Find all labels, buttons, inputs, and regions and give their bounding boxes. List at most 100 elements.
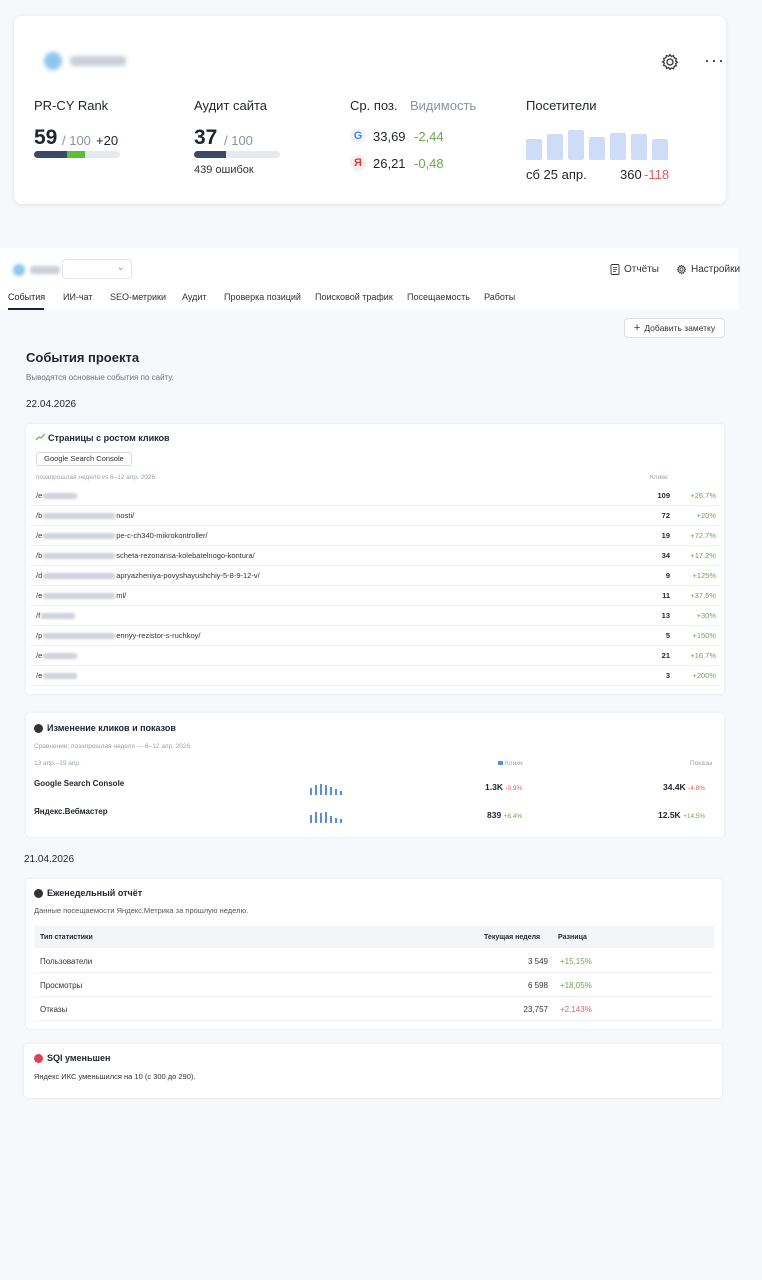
page-url[interactable]: /e	[36, 491, 78, 500]
period-label: позапрошлая неделя vs 6–12 апр. 2026	[36, 474, 156, 481]
spark-bar	[320, 784, 322, 795]
table-row[interactable]: /e ml/11 +37.5%	[30, 586, 720, 606]
visitors-bar	[631, 134, 647, 160]
yandex-position-delta: -0,48	[414, 156, 444, 171]
clicks-diff: +20%	[696, 511, 716, 520]
spark-bar	[310, 788, 312, 795]
page-url[interactable]: /e	[36, 651, 78, 660]
page-url[interactable]: /f	[36, 611, 76, 620]
clicks-count: 13	[661, 611, 670, 620]
add-note-label: Добавить заметку	[644, 323, 716, 333]
clicks-diff: +16.7%	[690, 651, 716, 660]
clicks-count: 19	[661, 531, 670, 540]
site-name-blurred[interactable]	[70, 56, 126, 66]
tab-works[interactable]: Работы	[484, 292, 515, 302]
url-suffix: apryazheniya-povyshayushchiy-5-8-9-12-v/	[116, 571, 260, 580]
visibility-tab[interactable]: Видимость	[410, 98, 476, 113]
clicks-count: 3	[665, 671, 670, 680]
yandex-position: 26,21	[373, 156, 406, 171]
page-url[interactable]: /p ennyy-rezistor-s-ruchkoy/	[36, 631, 200, 640]
page-url[interactable]: /e ml/	[36, 591, 126, 600]
tab-attendance[interactable]: Посещаемость	[407, 292, 470, 302]
table-row[interactable]: /d apryazheniya-povyshayushchiy-5-8-9-12-…	[30, 566, 720, 586]
visitors-value: 360	[620, 167, 642, 182]
settings-link[interactable]: Настройки	[676, 264, 740, 275]
page-url[interactable]: /e pe-c-ch340-mikrokontroller/	[36, 531, 208, 540]
tab-events[interactable]: События	[8, 292, 45, 302]
url-blurred	[43, 633, 116, 640]
yandex-impr-diff: +14.5%	[683, 813, 706, 820]
clicks-diff: +72.7%	[690, 531, 716, 540]
th-type: Тип статистики	[40, 934, 93, 941]
visitors-bar	[568, 130, 584, 160]
table-row[interactable]: /p ennyy-rezistor-s-ruchkoy/5 +150%	[30, 626, 720, 646]
visitors-bar	[526, 139, 542, 160]
page-url[interactable]: /e	[36, 671, 78, 680]
stat-type: Пользователи	[40, 957, 93, 966]
tab-position-check[interactable]: Проверка позиций	[224, 292, 301, 302]
url-prefix: /f	[36, 611, 41, 620]
clicks-header: Клики	[498, 760, 523, 767]
visitors-delta: -118	[644, 167, 670, 182]
url-blurred	[43, 533, 116, 540]
th-diff: Разница	[558, 934, 587, 941]
url-blurred	[43, 673, 78, 680]
clicks-diff: +200%	[692, 671, 716, 680]
table-row[interactable]: /e 109 +26.7%	[30, 486, 720, 506]
url-prefix: /e	[36, 651, 43, 660]
yandex-clicks: 839 +8.4%	[487, 810, 522, 820]
audit-max: / 100	[224, 133, 253, 148]
project-header: ⌄ Отчёты Настройки События ИИ-чат SEO-ме…	[0, 248, 740, 310]
clicks-diff: +26.7%	[690, 491, 716, 500]
table-row[interactable]: /f 13 +30%	[30, 606, 720, 626]
reports-link[interactable]: Отчёты	[610, 264, 659, 275]
table-row[interactable]: /e 21 +16.7%	[30, 646, 720, 666]
yandex-clicks-value: 839	[487, 810, 502, 820]
more-icon[interactable]: ···	[704, 50, 725, 70]
url-prefix: /p	[36, 631, 43, 640]
clicks-diff: +30%	[696, 611, 716, 620]
url-blurred	[43, 493, 78, 500]
table-row[interactable]: /e 3 +200%	[30, 666, 720, 686]
tab-audit[interactable]: Аудит	[182, 292, 207, 302]
clicks-count: 34	[661, 551, 670, 560]
page-url[interactable]: /d apryazheniya-povyshayushchiy-5-8-9-12-…	[36, 571, 260, 580]
stat-diff: +2,143%	[560, 1005, 592, 1014]
spark-bar	[330, 787, 332, 795]
project-selector[interactable]: ⌄	[62, 259, 132, 279]
visitors-bar	[589, 137, 605, 160]
clicks-count: 5	[665, 631, 670, 640]
spark-bar	[335, 818, 337, 823]
spark-bar	[340, 819, 342, 823]
rank-delta: +20	[96, 133, 119, 148]
page-url[interactable]: /b nosti/	[36, 511, 134, 520]
table-row[interactable]: /b scheta-rezonansa-kolebatelnogo-kontura…	[30, 546, 720, 566]
page-url[interactable]: /b scheta-rezonansa-kolebatelnogo-kontura…	[36, 551, 255, 560]
audit-label: Аудит сайта	[194, 98, 268, 113]
stat-type: Отказы	[40, 1005, 68, 1014]
clicks-header-label: Клики	[505, 760, 523, 767]
gsc-sparkline	[310, 783, 344, 795]
tab-search-traffic[interactable]: Поисковой трафик	[315, 292, 393, 302]
table-row[interactable]: /b nosti/72 +20%	[30, 506, 720, 526]
settings-label: Настройки	[691, 264, 741, 275]
rank-value: 59	[34, 126, 58, 149]
url-suffix: ennyy-rezistor-s-ruchkoy/	[116, 631, 201, 640]
gear-icon[interactable]	[660, 52, 680, 72]
visitors-label: Посетители	[526, 98, 597, 113]
url-blurred	[43, 593, 116, 600]
plus-icon: +	[633, 322, 641, 334]
tab-seo-metrics[interactable]: SEO-метрики	[110, 292, 166, 302]
visitors-bar	[547, 134, 563, 160]
project-favicon	[13, 264, 25, 276]
table-row[interactable]: /e pe-c-ch340-mikrokontroller/19 +72.7%	[30, 526, 720, 546]
url-prefix: /b	[36, 551, 43, 560]
audit-progress-bar	[194, 151, 280, 158]
spark-bar	[325, 812, 327, 823]
url-prefix: /d	[36, 571, 43, 580]
page-title: События проекта	[26, 350, 140, 365]
clicks-count: 11	[662, 591, 670, 600]
source-badge: Google Search Console	[36, 452, 132, 466]
add-note-button[interactable]: + Добавить заметку	[624, 318, 725, 338]
tab-ai-chat[interactable]: ИИ-чат	[63, 292, 93, 302]
